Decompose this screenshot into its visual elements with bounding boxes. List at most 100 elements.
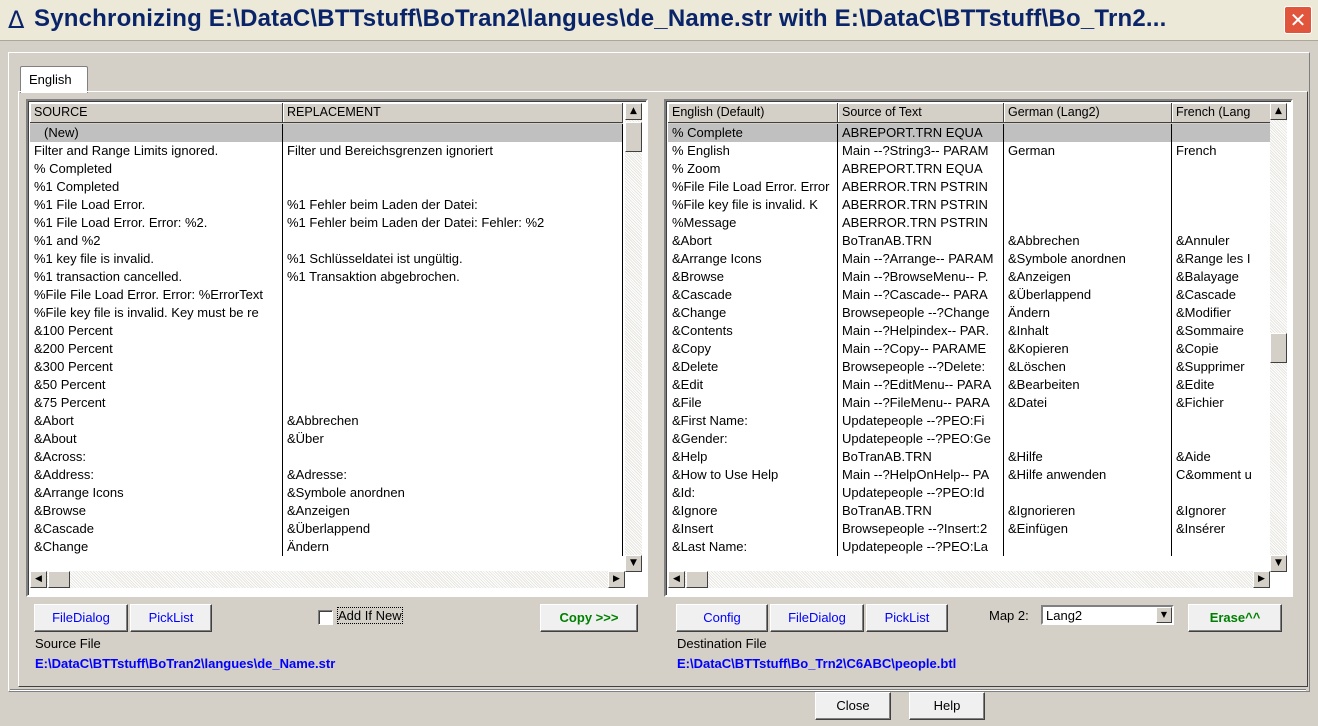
table-row[interactable]: &Insert Browsepeople --?Insert:2 &Einfügen… [668, 520, 1272, 538]
table-cell[interactable]: % English [668, 142, 838, 160]
help-button[interactable]: Help [909, 692, 985, 720]
table-cell[interactable]: Updatepeople --?PEO:Ge [838, 430, 1004, 448]
table-cell[interactable]: % Zoom [668, 160, 838, 178]
table-cell[interactable] [283, 448, 623, 466]
table-cell[interactable] [283, 178, 623, 196]
column-header-source[interactable]: SOURCE [30, 103, 283, 123]
table-row[interactable]: &Help BoTranAB.TRN &Hilfe &Aide [668, 448, 1272, 466]
table-cell[interactable]: &Address: [30, 466, 283, 484]
config-button[interactable]: Config [676, 604, 768, 632]
scroll-thumb[interactable] [686, 571, 708, 588]
scroll-thumb[interactable] [48, 571, 70, 588]
table-cell[interactable]: C&omment u [1172, 466, 1272, 484]
table-row[interactable]: &Copy Main --?Copy-- PARAME &Kopieren &Copi… [668, 340, 1272, 358]
table-cell[interactable]: %File File Load Error. Error [668, 178, 838, 196]
destination-filedialog-button[interactable]: FileDialog [770, 604, 864, 632]
table-cell[interactable] [1004, 412, 1172, 430]
table-cell[interactable]: &Abbrechen [283, 412, 623, 430]
table-cell[interactable]: &Einfügen [1004, 520, 1172, 538]
table-cell[interactable] [283, 124, 623, 142]
scroll-right-icon[interactable]: ▶ [1253, 571, 1270, 588]
table-cell[interactable]: &Löschen [1004, 358, 1172, 376]
table-row[interactable]: %File File Load Error. Error ABERROR.TRN … [668, 178, 1272, 196]
source-picklist-button[interactable]: PickList [130, 604, 212, 632]
table-row[interactable]: %Message ABERROR.TRN PSTRIN [668, 214, 1272, 232]
table-cell[interactable]: &Sommaire [1172, 322, 1272, 340]
add-if-new-checkbox[interactable] [318, 610, 333, 625]
table-cell[interactable]: %1 Transaktion abgebrochen. [283, 268, 623, 286]
table-cell[interactable]: &Überlappend [1004, 286, 1172, 304]
table-row[interactable]: &Address: &Adresse: [30, 466, 623, 484]
scroll-down-icon[interactable]: ▼ [1270, 555, 1287, 572]
table-row[interactable]: % Complete ABREPORT.TRN EQUA [668, 124, 1272, 142]
table-cell[interactable]: %1 Fehler beim Laden der Datei: [283, 196, 623, 214]
source-filedialog-button[interactable]: FileDialog [34, 604, 128, 632]
erase-button[interactable]: Erase^^ [1188, 604, 1282, 632]
column-header-german[interactable]: German (Lang2) [1004, 103, 1172, 123]
table-cell[interactable]: Browsepeople --?Insert:2 [838, 520, 1004, 538]
column-header-french[interactable]: French (Lang [1172, 103, 1272, 123]
table-row[interactable]: &File Main --?FileMenu-- PARA &Datei &Fichi… [668, 394, 1272, 412]
scroll-down-icon[interactable]: ▼ [625, 555, 642, 572]
table-row[interactable]: &Gender: Updatepeople --?PEO:Ge [668, 430, 1272, 448]
table-cell[interactable]: %1 transaction cancelled. [30, 268, 283, 286]
table-cell[interactable]: &Arrange Icons [30, 484, 283, 502]
table-cell[interactable]: %1 Schlüsseldatei ist ungültig. [283, 250, 623, 268]
table-cell[interactable]: &File [668, 394, 838, 412]
table-cell[interactable]: &Datei [1004, 394, 1172, 412]
table-cell[interactable] [283, 160, 623, 178]
table-cell[interactable]: &Symbole anordnen [283, 484, 623, 502]
table-cell[interactable]: &Edite [1172, 376, 1272, 394]
table-cell[interactable]: &Anzeigen [283, 502, 623, 520]
table-cell[interactable]: &Browse [30, 502, 283, 520]
table-row[interactable]: &Arrange Icons &Symbole anordnen [30, 484, 623, 502]
table-row[interactable]: &Across: [30, 448, 623, 466]
table-cell[interactable]: &Kopieren [1004, 340, 1172, 358]
table-row[interactable]: %1 File Load Error. Error: %2. %1 Fehler … [30, 214, 623, 232]
map2-select[interactable]: Lang2 ▼ [1041, 605, 1174, 625]
table-cell[interactable]: Main --?HelpOnHelp-- PA [838, 466, 1004, 484]
chevron-down-icon[interactable]: ▼ [1156, 607, 1172, 623]
table-cell[interactable]: %File key file is invalid. K [668, 196, 838, 214]
table-cell[interactable]: &Cascade [30, 520, 283, 538]
table-cell[interactable]: %1 Completed [30, 178, 283, 196]
table-cell[interactable] [1172, 196, 1272, 214]
table-cell[interactable]: ABREPORT.TRN EQUA [838, 160, 1004, 178]
table-cell[interactable]: &Contents [668, 322, 838, 340]
table-cell[interactable] [1172, 214, 1272, 232]
table-cell[interactable]: BoTranAB.TRN [838, 448, 1004, 466]
source-grid[interactable]: SOURCE REPLACEMENT (New) Filter and Range… [26, 99, 648, 597]
table-row[interactable]: %1 Completed [30, 178, 623, 196]
table-row[interactable]: % Completed [30, 160, 623, 178]
table-cell[interactable]: &Abort [668, 232, 838, 250]
scroll-thumb[interactable] [1270, 333, 1287, 363]
table-row[interactable]: %File key file is invalid. Key must be r… [30, 304, 623, 322]
table-row[interactable]: &200 Percent [30, 340, 623, 358]
table-row[interactable]: &Browse Main --?BrowseMenu-- P. &Anzeigen &… [668, 268, 1272, 286]
table-cell[interactable]: %File File Load Error. Error: %ErrorText [30, 286, 283, 304]
table-row[interactable]: %1 and %2 [30, 232, 623, 250]
scroll-left-icon[interactable]: ◀ [668, 571, 685, 588]
table-cell[interactable] [283, 286, 623, 304]
tab-english[interactable]: English [20, 66, 88, 93]
table-row[interactable]: &75 Percent [30, 394, 623, 412]
table-row[interactable]: % English Main --?String3-- PARAM German Fr… [668, 142, 1272, 160]
table-cell[interactable]: French [1172, 142, 1272, 160]
table-cell[interactable]: &Über [283, 430, 623, 448]
scroll-up-icon[interactable]: ▲ [625, 103, 642, 120]
table-row[interactable]: %1 File Load Error. %1 Fehler beim Laden … [30, 196, 623, 214]
table-cell[interactable]: ABERROR.TRN PSTRIN [838, 214, 1004, 232]
table-cell[interactable]: German [1004, 142, 1172, 160]
table-cell[interactable] [1172, 412, 1272, 430]
table-cell[interactable] [283, 394, 623, 412]
table-cell[interactable]: &Help [668, 448, 838, 466]
table-cell[interactable]: &Insert [668, 520, 838, 538]
table-cell[interactable]: &Gender: [668, 430, 838, 448]
table-cell[interactable]: &Arrange Icons [668, 250, 838, 268]
table-row[interactable]: &50 Percent [30, 376, 623, 394]
table-row[interactable]: &Cascade Main --?Cascade-- PARA &Überlappe… [668, 286, 1272, 304]
table-cell[interactable]: %1 Fehler beim Laden der Datei: Fehler: … [283, 214, 623, 232]
table-cell[interactable]: Main --?EditMenu-- PARA [838, 376, 1004, 394]
table-cell[interactable]: &Cascade [1172, 286, 1272, 304]
table-cell[interactable] [283, 322, 623, 340]
